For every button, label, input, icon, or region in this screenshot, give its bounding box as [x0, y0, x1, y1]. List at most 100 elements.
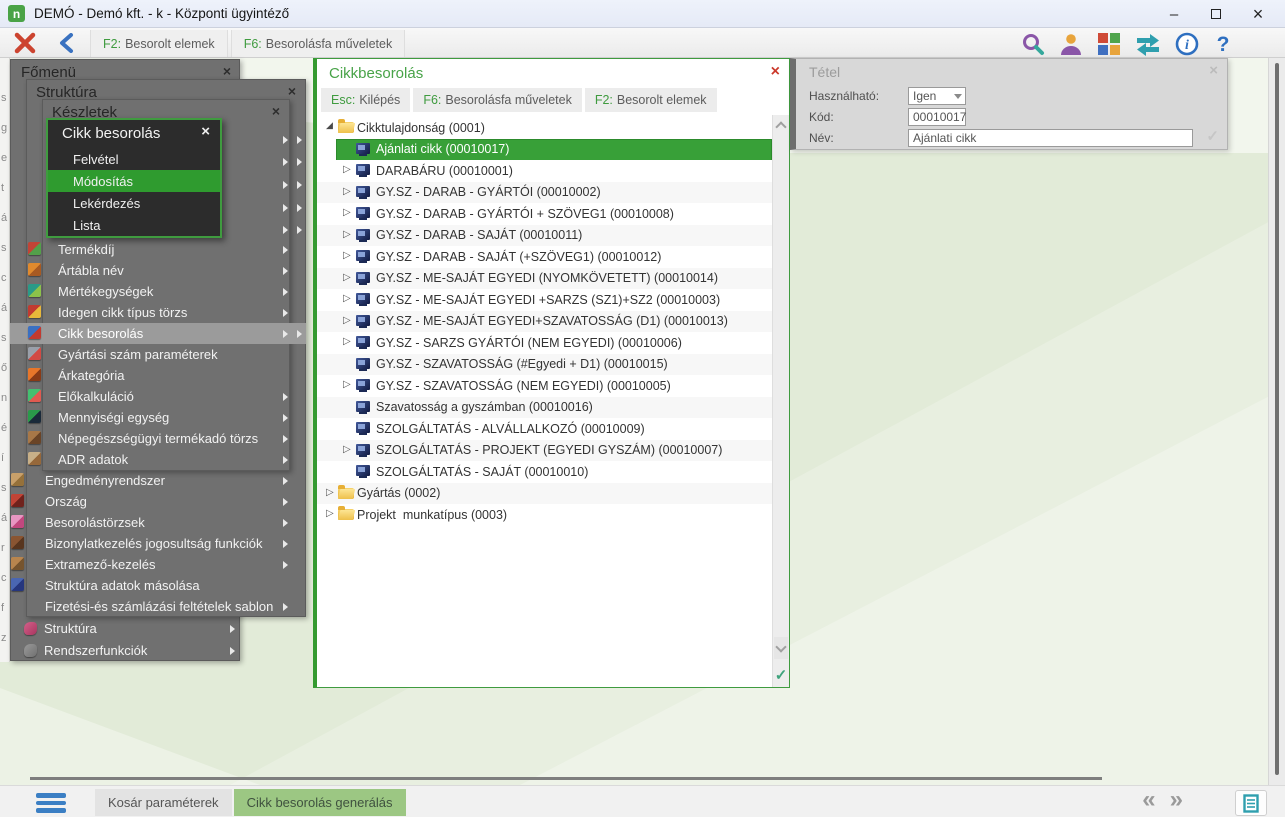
- menu-item-label: Rendszerfunkciók: [44, 643, 147, 658]
- search-icon[interactable]: [1021, 32, 1045, 56]
- tree-scrollbar[interactable]: ✓: [772, 115, 789, 687]
- tree-collapse-icon[interactable]: ▷: [343, 272, 351, 283]
- close-icon[interactable]: ×: [288, 85, 296, 97]
- confirm-check-icon[interactable]: ✓: [773, 666, 789, 684]
- bottom-tab-2[interactable]: Cikk besorolás generálás: [234, 789, 406, 816]
- tree-row[interactable]: Ajánlati cikk (00010017): [317, 139, 772, 161]
- hasznalhato-select[interactable]: Igen: [908, 87, 966, 105]
- field-value: 00010017: [913, 110, 966, 124]
- tree-collapse-icon[interactable]: ▷: [343, 315, 351, 326]
- maximize-button[interactable]: [1195, 0, 1237, 28]
- tree-collapse-icon[interactable]: ▷: [343, 250, 351, 261]
- tree-collapse-icon[interactable]: ▷: [343, 164, 351, 175]
- minimize-button[interactable]: –: [1153, 0, 1195, 28]
- menu-item-11[interactable]: ADR adatok: [44, 449, 288, 470]
- window-vertical-scrollbar[interactable]: [1268, 58, 1285, 785]
- tree-row[interactable]: SZOLGÁLTATÁS - SAJÁT (00010010): [317, 461, 772, 483]
- tree-collapse-icon[interactable]: ▷: [343, 186, 351, 197]
- tree-collapse-icon[interactable]: ▷: [343, 229, 351, 240]
- menu-item-5[interactable]: Cikk besorolás: [10, 323, 306, 344]
- panel-tab-Esc[interactable]: Esc:Kilépés: [321, 88, 410, 112]
- nav-next-icon[interactable]: »: [1170, 786, 1197, 813]
- toolbar-tab-F6[interactable]: F6:Besorolásfa műveletek: [231, 30, 406, 57]
- tree-collapse-icon[interactable]: ▷: [326, 508, 334, 519]
- tree-collapse-icon[interactable]: ▷: [343, 293, 351, 304]
- abort-icon[interactable]: [13, 31, 37, 55]
- toolbar-tab-F2[interactable]: F2:Besorolt elemek: [90, 30, 228, 57]
- menu-item-10[interactable]: Népegészségügyi termékadó törzs: [44, 428, 288, 449]
- scroll-down-button[interactable]: [774, 637, 788, 659]
- help-icon[interactable]: ?: [1213, 32, 1233, 56]
- menu-item-16[interactable]: Extramező-kezelés: [28, 554, 304, 575]
- fomenu-item-2[interactable]: Rendszerfunkciók: [10, 640, 240, 661]
- menu-item-15[interactable]: Bizonylatkezelés jogosultság funkciók: [28, 533, 304, 554]
- close-button[interactable]: ×: [1237, 0, 1279, 28]
- menu-item-9[interactable]: Mennyiségi egység: [44, 407, 288, 428]
- tree-row[interactable]: ▷GY.SZ - ME-SAJÁT EGYEDI +SARZS (SZ1)+SZ…: [317, 289, 772, 311]
- scrollbar-thumb[interactable]: [1275, 63, 1279, 775]
- tree-row[interactable]: ▷Projekt munkatípus (0003): [317, 504, 772, 526]
- user-icon[interactable]: [1059, 32, 1083, 56]
- panel-tab-F2[interactable]: F2:Besorolt elemek: [585, 88, 717, 112]
- item-icon: [356, 250, 370, 261]
- tree-collapse-icon[interactable]: ▷: [343, 379, 351, 390]
- submenu-item-4[interactable]: Lista: [48, 214, 220, 236]
- panel-tab-F6[interactable]: F6:Besorolásfa műveletek: [413, 88, 582, 112]
- modules-icon[interactable]: [1097, 32, 1121, 56]
- menu-item-6[interactable]: Gyártási szám paraméterek: [44, 344, 288, 365]
- tree-collapse-icon[interactable]: ▷: [343, 444, 351, 455]
- fomenu-item-1[interactable]: Struktúra: [10, 618, 240, 639]
- tree-row[interactable]: ▷GY.SZ - ME-SAJÁT EGYEDI (NYOMKÖVETETT) …: [317, 268, 772, 290]
- tree-row[interactable]: ▷GY.SZ - DARAB - GYÁRTÓI (00010002): [317, 182, 772, 204]
- report-list-button[interactable]: [1235, 790, 1267, 816]
- folder-icon: [338, 122, 354, 133]
- tree-expanded-icon[interactable]: ◢: [326, 121, 333, 131]
- kod-input[interactable]: 00010017: [908, 108, 966, 126]
- submenu-item-1[interactable]: Felvétel: [48, 148, 220, 170]
- menu-item-3[interactable]: Mértékegységek: [44, 281, 288, 302]
- tree-collapse-icon[interactable]: ▷: [343, 336, 351, 347]
- tree-row[interactable]: SZOLGÁLTATÁS - ALVÁLLALKOZÓ (00010009): [317, 418, 772, 440]
- menu-item-1[interactable]: Termékdíj: [44, 239, 288, 260]
- menu-item-2[interactable]: Ártábla név: [44, 260, 288, 281]
- tree-row[interactable]: ▷GY.SZ - ME-SAJÁT EGYEDI+SZAVATOSSÁG (D1…: [317, 311, 772, 333]
- nav-prev-icon[interactable]: «: [1142, 786, 1169, 813]
- tree-collapse-icon[interactable]: ▷: [326, 487, 334, 498]
- tree-row[interactable]: Szavatosság a gyszámban (00010016): [317, 397, 772, 419]
- tree-row[interactable]: ▷GY.SZ - SZAVATOSSÁG (NEM EGYEDI) (00010…: [317, 375, 772, 397]
- tree-row[interactable]: ▷SZOLGÁLTATÁS - PROJEKT (EGYEDI GYSZÁM) …: [317, 440, 772, 462]
- tree-row[interactable]: ▷DARABÁRU (00010001): [317, 160, 772, 182]
- menu-item-13[interactable]: Ország: [28, 491, 304, 512]
- menu-item-8[interactable]: Előkalkuláció: [44, 386, 288, 407]
- tree-node-label: SZOLGÁLTATÁS - SAJÁT (00010010): [376, 465, 588, 479]
- tree-row[interactable]: ▷GY.SZ - DARAB - SAJÁT (+SZÖVEG1) (00010…: [317, 246, 772, 268]
- close-icon[interactable]: ×: [223, 65, 231, 77]
- submenu-item-2[interactable]: Módosítás: [48, 170, 220, 192]
- tree-row[interactable]: ◢Cikktulajdonság (0001): [317, 117, 772, 139]
- scroll-up-icon[interactable]: [775, 121, 786, 132]
- transfer-icon[interactable]: [1135, 32, 1161, 56]
- info-icon[interactable]: i: [1175, 32, 1199, 56]
- tree-row[interactable]: ▷Gyártás (0002): [317, 483, 772, 505]
- bottom-tab-1[interactable]: Kosár paraméterek: [95, 789, 232, 816]
- tree-collapse-icon[interactable]: ▷: [343, 207, 351, 218]
- menu-item-7[interactable]: Árkategória: [44, 365, 288, 386]
- tree-row[interactable]: GY.SZ - SZAVATOSSÁG (#Egyedi + D1) (0001…: [317, 354, 772, 376]
- close-icon[interactable]: ×: [771, 63, 780, 81]
- menu-item-18[interactable]: Fizetési-és számlázási feltételek sablon: [28, 596, 304, 617]
- close-icon[interactable]: ×: [272, 105, 280, 117]
- menu-item-4[interactable]: Idegen cikk típus törzs: [44, 302, 288, 323]
- back-icon[interactable]: [58, 33, 76, 53]
- menu-burger-icon[interactable]: [36, 793, 66, 816]
- tree-row[interactable]: ▷GY.SZ - DARAB - GYÁRTÓI + SZÖVEG1 (0001…: [317, 203, 772, 225]
- close-icon[interactable]: ×: [201, 123, 210, 140]
- submenu-item-3[interactable]: Lekérdezés: [48, 192, 220, 214]
- nev-input[interactable]: Ajánlati cikk: [908, 129, 1193, 147]
- menu-item-14[interactable]: Besorolástörzsek: [28, 512, 304, 533]
- close-icon[interactable]: ×: [1209, 62, 1218, 79]
- horizontal-scrollbar-thumb[interactable]: [30, 777, 1102, 780]
- menu-item-12[interactable]: Engedményrendszer: [28, 470, 304, 491]
- tree-row[interactable]: ▷GY.SZ - DARAB - SAJÁT (00010011): [317, 225, 772, 247]
- menu-item-17[interactable]: Struktúra adatok másolása: [28, 575, 304, 596]
- tree-row[interactable]: ▷GY.SZ - SARZS GYÁRTÓI (NEM EGYEDI) (000…: [317, 332, 772, 354]
